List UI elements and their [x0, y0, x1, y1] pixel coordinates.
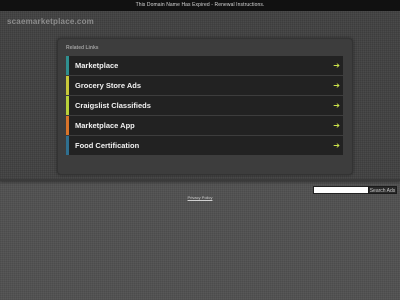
arrow-right-icon: ➔ [333, 141, 340, 150]
arrow-right-icon: ➔ [333, 121, 340, 130]
related-links-list: Marketplace ➔ Grocery Store Ads ➔ Craigs… [66, 56, 343, 156]
related-link-label: Marketplace App [75, 121, 135, 130]
related-link-craigslist-classifieds[interactable]: Craigslist Classifieds ➔ [66, 96, 343, 115]
related-links-panel: Related Links Marketplace ➔ Grocery Stor… [57, 38, 353, 175]
related-link-grocery-store-ads[interactable]: Grocery Store Ads ➔ [66, 76, 343, 95]
arrow-right-icon: ➔ [333, 61, 340, 70]
search-ads-button[interactable]: Search Ads [368, 186, 397, 194]
search-input[interactable] [313, 186, 371, 194]
arrow-right-icon: ➔ [333, 81, 340, 90]
related-link-label: Craigslist Classifieds [75, 101, 151, 110]
privacy-policy-link[interactable]: Privacy Policy [0, 195, 400, 200]
related-links-heading: Related Links [66, 45, 99, 51]
related-link-marketplace-app[interactable]: Marketplace App ➔ [66, 116, 343, 135]
related-link-label: Marketplace [75, 61, 119, 70]
site-title: scaemarketplace.com [7, 17, 94, 26]
related-link-label: Grocery Store Ads [75, 81, 141, 90]
related-link-marketplace[interactable]: Marketplace ➔ [66, 56, 343, 75]
arrow-right-icon: ➔ [333, 101, 340, 110]
header-band: scaemarketplace.com Related Links Market… [0, 11, 400, 181]
related-link-label: Food Certification [75, 141, 140, 150]
expired-domain-notice[interactable]: This Domain Name Has Expired - Renewal I… [0, 0, 400, 11]
related-link-food-certification[interactable]: Food Certification ➔ [66, 136, 343, 155]
